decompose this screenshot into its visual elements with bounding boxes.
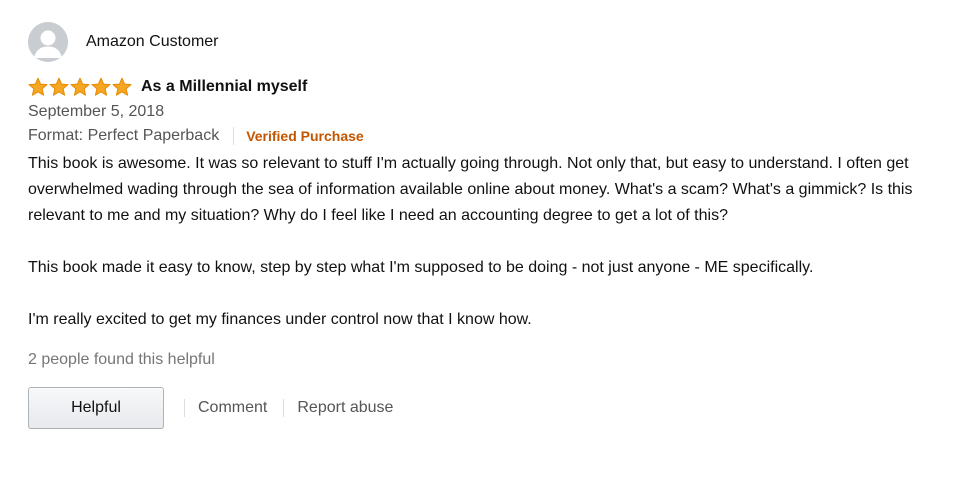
review-meta: Format: Perfect Paperback Verified Purch… [28,125,958,147]
star-icon [28,77,48,96]
review-paragraph: This book made it easy to know, step by … [28,259,814,276]
comment-link[interactable]: Comment [198,399,267,417]
reviewer-profile[interactable]: Amazon Customer [28,22,958,62]
avatar[interactable] [28,22,68,62]
customer-review: Amazon Customer As a Millennial myself S… [28,22,958,429]
divider [283,399,285,417]
divider [184,399,185,417]
reviewer-name[interactable]: Amazon Customer [86,33,219,51]
review-paragraph: This book is awesome. It was so relevant… [28,155,913,224]
star-icon [70,77,90,96]
default-profile-avatar-icon [28,22,68,62]
star-rating[interactable] [28,77,133,97]
format-label[interactable]: Format: Perfect Paperback [28,127,219,145]
star-icon [112,77,132,96]
divider [233,127,235,145]
verified-purchase-badge: Verified Purchase [246,128,364,144]
helpful-button[interactable]: Helpful [28,387,164,429]
review-title[interactable]: As a Millennial myself [141,78,307,96]
review-actions: Helpful Comment Report abuse [28,387,958,429]
star-icon [49,77,69,96]
review-date: September 5, 2018 [28,103,165,120]
helpful-count: 2 people found this helpful [28,351,215,368]
star-icon [91,77,111,96]
helpful-button-label: Helpful [71,399,121,416]
review-paragraph: I'm really excited to get my finances un… [28,311,532,328]
review-title-row: As a Millennial myself [28,76,958,98]
review-body: This book is awesome. It was so relevant… [28,151,958,333]
report-abuse-link[interactable]: Report abuse [297,399,393,417]
